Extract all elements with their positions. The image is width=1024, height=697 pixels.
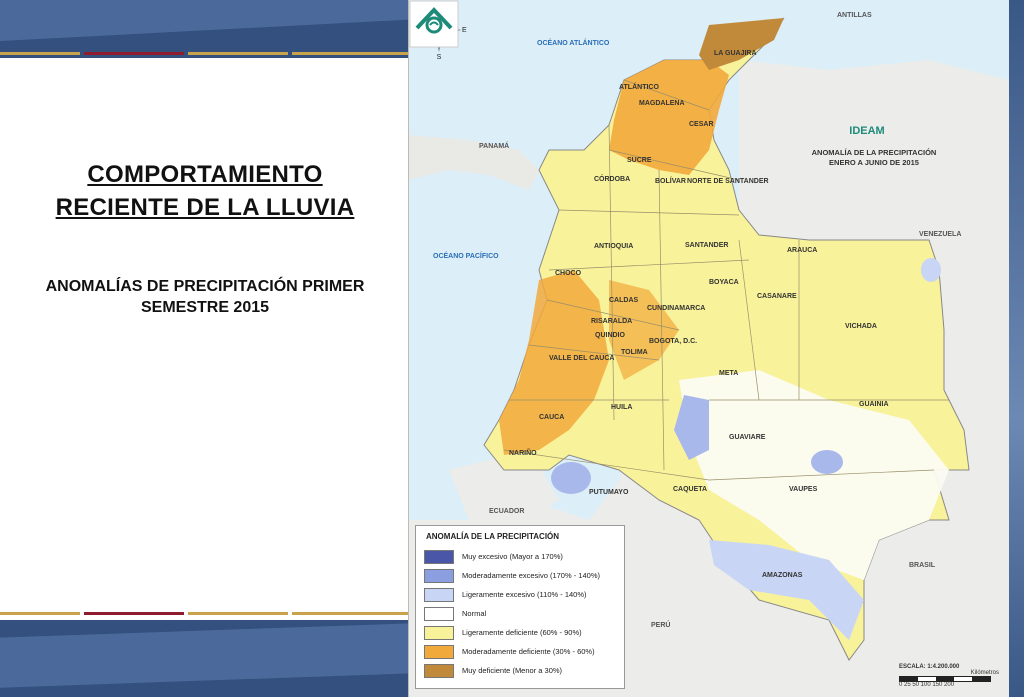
legend-item: Moderadamente excesivo (170% - 140%) bbox=[424, 566, 624, 585]
scale-ticks: 0 25 50 100 150 200 bbox=[899, 682, 955, 688]
legend-item: Ligeramente deficiente (60% - 90%) bbox=[424, 623, 624, 642]
label-caqueta: CAQUETA bbox=[673, 486, 708, 493]
label-guaviare: GUAVIARE bbox=[729, 434, 766, 441]
label-cundinamarca: CUNDINAMARCA bbox=[647, 305, 706, 312]
map-scale: ESCALA: 1:4.200.000 Kilómetros 0 25 50 1… bbox=[899, 664, 999, 688]
label-risaralda: RISARALDA bbox=[591, 318, 633, 325]
panama-landmass bbox=[409, 135, 539, 190]
label-vichada: VICHADA bbox=[845, 323, 877, 330]
label-putumayo: PUTUMAYO bbox=[589, 489, 629, 496]
legend-item: Ligeramente excesivo (110% - 140%) bbox=[424, 585, 624, 604]
label-boyaca: BOYACA bbox=[709, 279, 739, 286]
label-caldas: CALDAS bbox=[609, 297, 639, 304]
bottom-banner bbox=[0, 620, 410, 697]
legend-label: Moderadamente excesivo (170% - 140%) bbox=[462, 571, 600, 580]
label-ecuador: ECUADOR bbox=[489, 508, 525, 515]
legend-swatch bbox=[424, 625, 454, 640]
legend-swatch bbox=[424, 587, 454, 602]
legend-item: Moderadamente deficiente (30% - 60%) bbox=[424, 642, 624, 661]
label-bogota: BOGOTA, D.C. bbox=[649, 338, 698, 345]
label-antillas: ANTILLAS bbox=[837, 12, 872, 19]
compass-s: S bbox=[437, 54, 442, 60]
legend-swatch bbox=[424, 549, 454, 564]
label-quindio: QUINDIO bbox=[595, 332, 625, 339]
label-bolivar: BOLÍVAR bbox=[655, 178, 686, 185]
label-cauca: CAUCA bbox=[539, 414, 565, 421]
label-venezuela: VENEZUELA bbox=[919, 231, 962, 238]
label-huila: HUILA bbox=[611, 404, 633, 411]
label-pacific-ocean: OCÉANO PACÍFICO bbox=[433, 253, 499, 260]
precipitation-anomaly-map: N S W E IDEAM ANOMALÍA DE LA PRECIPITACI… bbox=[408, 0, 1009, 697]
legend-label: Muy excesivo (Mayor a 170%) bbox=[462, 552, 563, 561]
legend-label: Ligeramente excesivo (110% - 140%) bbox=[462, 590, 587, 599]
legend-label: Muy deficiente (Menor a 30%) bbox=[462, 666, 563, 675]
legend-label: Normal bbox=[462, 609, 487, 618]
label-narino: NARIÑO bbox=[509, 450, 537, 457]
label-panama: PANAMÁ bbox=[479, 143, 510, 150]
label-guainia: GUAINIA bbox=[859, 401, 889, 408]
label-atlantico: ATLÁNTICO bbox=[619, 84, 659, 91]
label-atlantic-ocean: OCÉANO ATLÁNTICO bbox=[537, 40, 610, 47]
label-peru: PERÚ bbox=[651, 622, 671, 629]
legend-swatch bbox=[424, 606, 454, 621]
legend-swatch bbox=[424, 644, 454, 659]
right-edge-banner bbox=[1008, 0, 1024, 697]
label-amazonas: AMAZONAS bbox=[762, 572, 803, 579]
label-antioquia: ANTIOQUIA bbox=[594, 243, 634, 250]
label-magdalena: MAGDALENA bbox=[639, 100, 685, 107]
map-legend: ANOMALÍA DE LA PRECIPITACIÓN Muy excesiv… bbox=[415, 525, 625, 689]
label-brasil: BRASIL bbox=[909, 562, 936, 569]
label-santander: SANTANDER bbox=[685, 242, 729, 249]
ideam-logo-icon bbox=[409, 0, 459, 48]
label-cesar: CESAR bbox=[689, 121, 714, 128]
label-tolima: TOLIMA bbox=[621, 349, 648, 356]
legend-title: ANOMALÍA DE LA PRECIPITACIÓN bbox=[426, 532, 560, 541]
legend-label: Moderadamente deficiente (30% - 60%) bbox=[462, 647, 595, 656]
label-cordoba: CÓRDOBA bbox=[594, 176, 631, 183]
bottom-decorative-stripes bbox=[0, 612, 410, 615]
label-casanare: CASANARE bbox=[757, 293, 797, 300]
compass-e: E bbox=[462, 27, 467, 34]
top-decorative-stripes bbox=[0, 52, 410, 55]
legend-item: Muy excesivo (Mayor a 170%) bbox=[424, 547, 624, 566]
zone-excess-vichada bbox=[921, 258, 941, 282]
legend-swatch bbox=[424, 663, 454, 678]
label-meta: META bbox=[719, 370, 739, 377]
legend-item: Muy deficiente (Menor a 30%) bbox=[424, 661, 624, 680]
slide-title: COMPORTAMIENTO RECIENTE DE LA LLUVIA bbox=[55, 161, 355, 221]
slide-subtitle: ANOMALÍAS DE PRECIPITACIÓN PRIMER SEMEST… bbox=[45, 278, 365, 316]
label-sucre: SUCRE bbox=[627, 157, 652, 164]
zone-excess-vaupes bbox=[811, 450, 843, 474]
legend-swatch bbox=[424, 568, 454, 583]
legend-item: Normal bbox=[424, 604, 624, 623]
legend-label: Ligeramente deficiente (60% - 90%) bbox=[462, 628, 582, 637]
label-vaupes: VAUPES bbox=[789, 486, 818, 493]
map-title: ANOMALÍA DE LA PRECIPITACIÓN ENERO A JUN… bbox=[811, 148, 937, 167]
label-norte-de-santander: NORTE DE SANTANDER bbox=[687, 178, 769, 185]
label-la-guajira: LA GUAJIRA bbox=[714, 50, 757, 57]
label-arauca: ARAUCA bbox=[787, 247, 818, 254]
label-valle-del-cauca: VALLE DEL CAUCA bbox=[549, 355, 615, 362]
zone-excess-putumayo bbox=[551, 462, 591, 494]
ideam-logo-text: IDEAM bbox=[849, 125, 885, 137]
label-choco: CHOCO bbox=[555, 270, 582, 277]
